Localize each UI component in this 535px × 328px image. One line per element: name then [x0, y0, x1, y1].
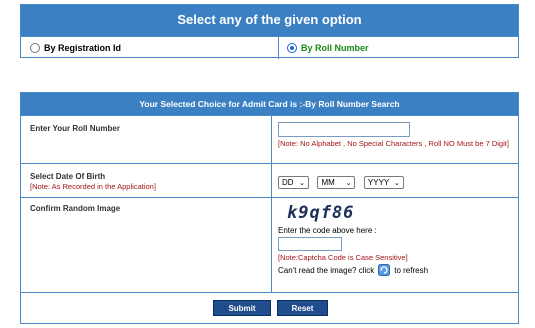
captcha-refresh-line: Can't read the image? click to refresh	[278, 264, 512, 276]
divider	[271, 164, 272, 198]
option-registration-id[interactable]: By Registration Id	[30, 37, 121, 59]
roll-number-input[interactable]	[278, 122, 410, 137]
form-header: Your Selected Choice for Admit Card is :…	[21, 93, 518, 115]
admit-card-form: Your Selected Choice for Admit Card is :…	[20, 92, 519, 324]
chevron-down-icon: ⌄	[394, 179, 400, 187]
submit-button[interactable]: Submit	[213, 300, 271, 316]
dob-day-select[interactable]: DD ⌄	[278, 176, 309, 189]
refresh-icon[interactable]	[378, 264, 391, 276]
option-panel-title: Select any of the given option	[21, 5, 518, 36]
divider	[271, 116, 272, 164]
dob-year-value: YYYY	[367, 178, 390, 187]
dob-year-select[interactable]: YYYY ⌄	[363, 176, 404, 189]
captcha-image: k9qf86	[287, 200, 512, 226]
dob-month-select[interactable]: MM ⌄	[317, 176, 356, 189]
option-row: By Registration Id By Roll Number	[21, 36, 518, 59]
reset-button[interactable]: Reset	[277, 300, 328, 316]
roll-number-label: By Roll Number	[301, 43, 369, 53]
roll-number-radio[interactable]	[287, 43, 297, 53]
captcha-note: [Note:Captcha Code is Case Sensitive]	[278, 253, 408, 262]
captcha-row: Confirm Random Image k9qf86 Enter the co…	[21, 197, 518, 293]
dob-day-value: DD	[282, 178, 294, 187]
captcha-text: k9qf86	[287, 203, 355, 223]
dob-month-value: MM	[321, 178, 335, 187]
captcha-label: Confirm Random Image	[30, 204, 121, 213]
dob-note: [Note: As Recorded in the Application]	[30, 182, 156, 191]
roll-number-row: Enter Your Roll Number [Note: No Alphabe…	[21, 115, 518, 164]
registration-id-label: By Registration Id	[44, 43, 122, 53]
chevron-down-icon: ⌄	[299, 179, 305, 187]
chevron-down-icon: ⌄	[345, 179, 352, 187]
refresh-suffix: to refresh	[394, 265, 429, 275]
captcha-input[interactable]	[278, 237, 342, 251]
divider	[271, 198, 272, 293]
refresh-prompt: Can't read the image? click	[278, 265, 375, 275]
search-option-panel: Select any of the given option By Regist…	[20, 4, 519, 59]
registration-id-radio[interactable]	[30, 43, 40, 53]
buttons-row: Submit Reset	[21, 292, 518, 324]
divider	[278, 37, 279, 59]
option-roll-number[interactable]: By Roll Number	[287, 37, 369, 59]
roll-number-label: Enter Your Roll Number	[30, 124, 120, 133]
dob-label: Select Date Of Birth	[30, 172, 106, 181]
dob-row: Select Date Of Birth [Note: As Recorded …	[21, 163, 518, 198]
captcha-prompt: Enter the code above here :	[278, 226, 377, 235]
roll-number-note: [Note: No Alphabet , No Special Characte…	[278, 139, 509, 148]
